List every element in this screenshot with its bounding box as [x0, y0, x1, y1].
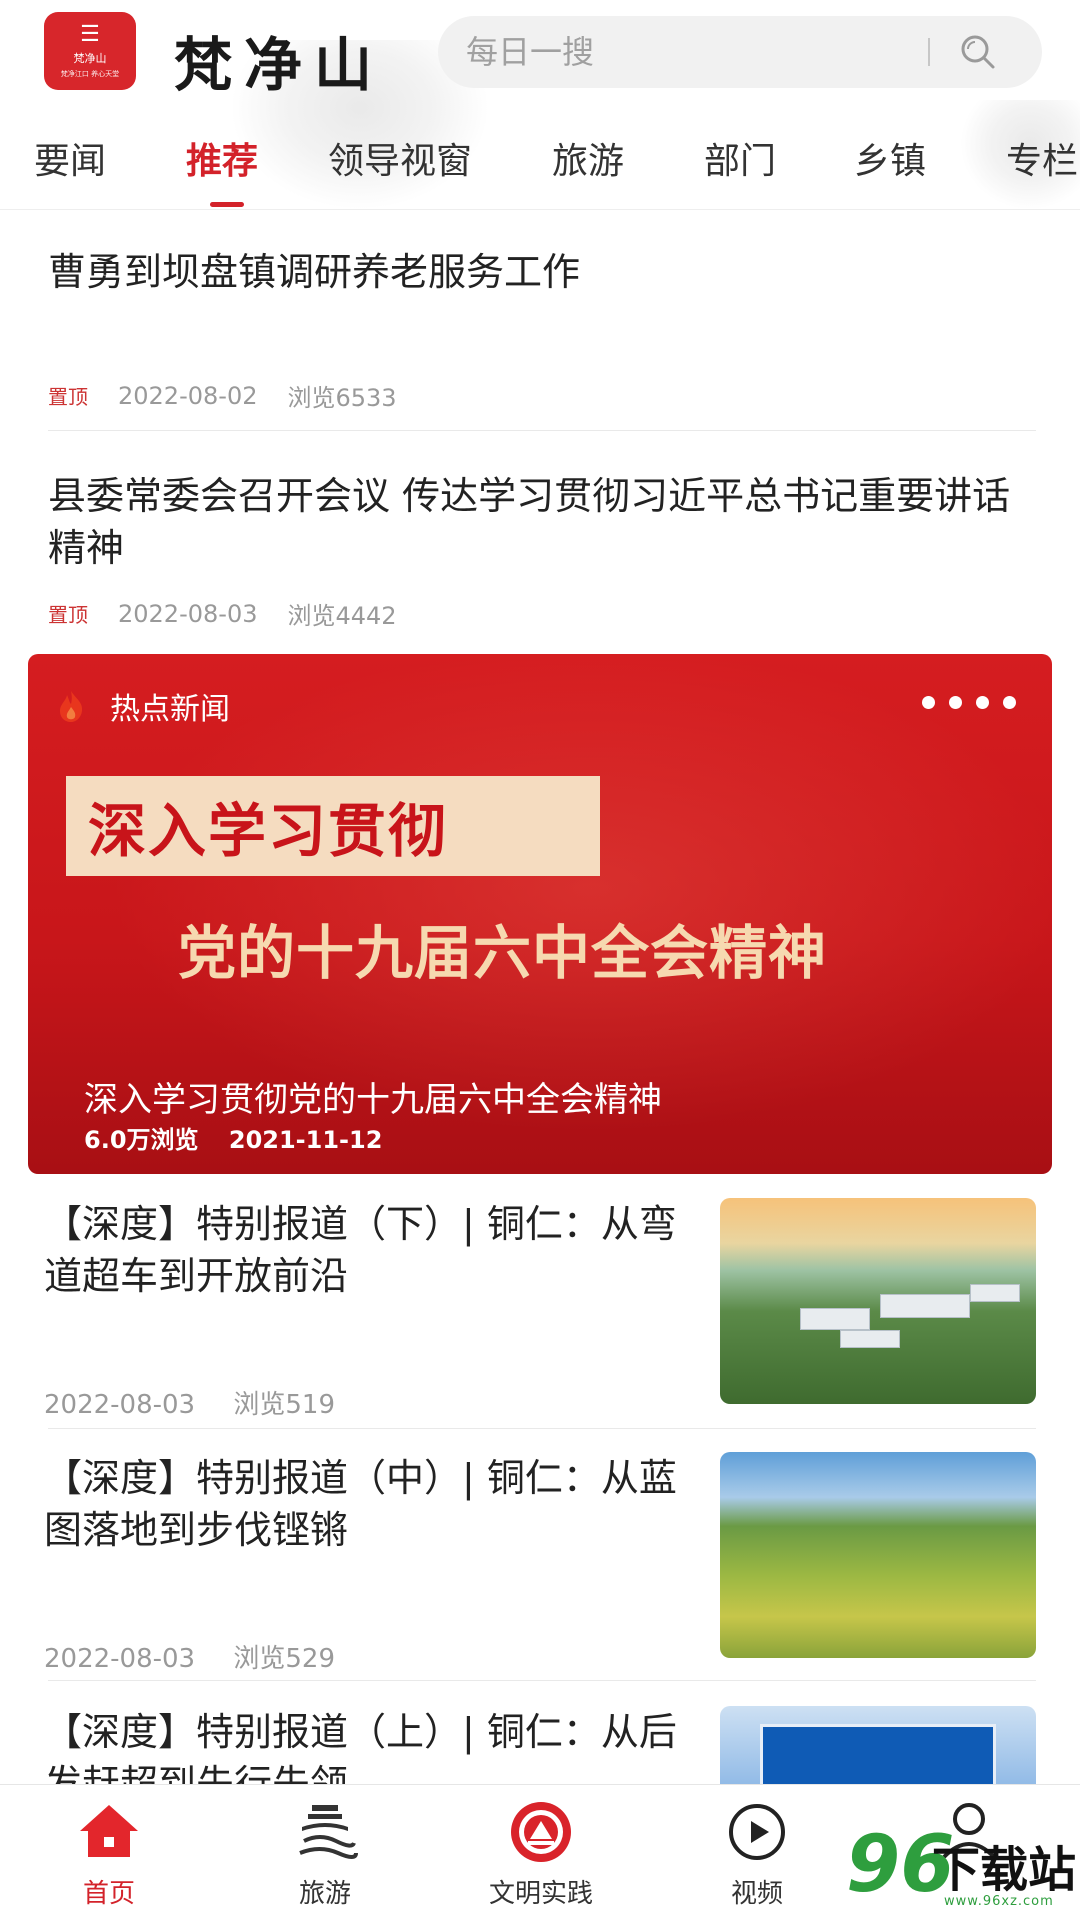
news-title: 曹勇到坝盘镇调研养老服务工作	[48, 250, 581, 294]
nav-label: 视频	[730, 1879, 783, 1909]
news-thumbnail-conference	[720, 1706, 1036, 1784]
banner-subheadline: 党的十九届六中全会精神	[178, 919, 828, 987]
image-news-item-3[interactable]: 【深度】特别报道（上）| 铜仁：从后发赶超到先行先领	[44, 1706, 1036, 1784]
news-date: 2022-08-03	[44, 1390, 196, 1420]
news-date: 2022-08-02	[118, 381, 258, 410]
pinned-badge: 置顶	[48, 385, 88, 409]
nav-home[interactable]: 首页	[34, 1797, 184, 1910]
flame-icon	[60, 691, 83, 722]
search-divider	[928, 38, 930, 66]
news-date: 2022-08-03	[44, 1644, 196, 1674]
app-logo[interactable]: ☰ 梵净山 梵净江口 养心天堂	[44, 12, 136, 90]
news-meta: 置顶 2022-08-03 浏览4442	[48, 596, 397, 631]
site-watermark: 96 下载站 www.96xz.com	[846, 1826, 1080, 1920]
nav-label: 旅游	[298, 1879, 351, 1909]
hot-news-views: 6.0万浏览	[84, 1126, 199, 1154]
travel-icon	[299, 1805, 358, 1859]
tab-yaowen[interactable]: 要闻	[34, 132, 106, 184]
news-title: 【深度】特别报道（中）| 铜仁：从蓝图落地到步伐铿锵	[44, 1456, 677, 1552]
logo-text: 梵净山	[73, 51, 107, 65]
image-news-item-2[interactable]: 【深度】特别报道（中）| 铜仁：从蓝图落地到步伐铿锵 2022-08-03 浏览…	[44, 1452, 1036, 1674]
nav-video[interactable]: 视频	[682, 1797, 832, 1910]
hot-news-meta: 6.0万浏览 2021-11-12	[84, 1120, 404, 1155]
category-tabs: 要闻 推荐 领导视窗 旅游 部门 乡镇 专栏	[0, 118, 1080, 209]
banner-headline: 深入学习贯彻	[88, 797, 449, 865]
hot-news-caption: 深入学习贯彻党的十九届六中全会精神	[84, 1080, 662, 1120]
logo-subtitle: 梵净江口 养心天堂	[60, 69, 120, 78]
image-news-item-1[interactable]: 【深度】特别报道（下）| 铜仁：从弯道超车到开放前沿 2022-08-03 浏览…	[44, 1198, 1036, 1420]
news-item-2[interactable]: 县委常委会召开会议 传达学习贯彻习近平总书记重要讲话精神 置顶 2022-08-…	[48, 470, 1036, 642]
tab-departments[interactable]: 部门	[704, 132, 776, 184]
news-title: 县委常委会召开会议 传达学习贯彻习近平总书记重要讲话精神	[48, 474, 1011, 570]
more-dots-icon[interactable]	[908, 696, 1016, 709]
news-title: 【深度】特别报道（上）| 铜仁：从后发赶超到先行先领	[44, 1710, 677, 1784]
app-title: 梵净山	[174, 31, 385, 99]
tab-travel[interactable]: 旅游	[552, 132, 624, 184]
news-views: 浏览4442	[287, 602, 397, 630]
news-views: 浏览519	[233, 1390, 336, 1420]
tab-leader-window[interactable]: 领导视窗	[328, 132, 472, 184]
search-icon[interactable]	[958, 32, 998, 72]
active-tab-indicator	[210, 202, 244, 207]
news-views: 浏览6533	[287, 384, 397, 412]
civilization-emblem-icon	[511, 1802, 571, 1862]
news-thumbnail-industrial-park	[720, 1198, 1036, 1404]
app-header: ☰ 梵净山 梵净江口 养心天堂 梵净山 要闻 推荐 领导视窗 旅游 部门 乡镇 …	[0, 0, 1080, 210]
nav-civilization-practice[interactable]: 文明实践	[466, 1797, 616, 1910]
tab-tuijian[interactable]: 推荐	[186, 132, 258, 184]
hot-news-card[interactable]: 热点新闻 深入学习贯彻 党的十九届六中全会精神 深入学习贯彻党的十九届六中全会精…	[28, 654, 1052, 1174]
play-icon	[729, 1804, 785, 1860]
news-meta: 置顶 2022-08-02 浏览6533	[48, 378, 397, 413]
news-thumbnail-terraced-fields	[720, 1452, 1036, 1658]
nav-label: 文明实践	[488, 1879, 593, 1909]
search-input[interactable]	[466, 33, 896, 71]
watermark-url: www.96xz.com	[944, 1894, 1054, 1909]
divider	[48, 430, 1036, 431]
news-meta: 2022-08-03 浏览519	[44, 1384, 365, 1421]
hot-news-label: 热点新闻	[110, 692, 230, 727]
tab-columns[interactable]: 专栏	[1006, 132, 1078, 184]
news-title: 【深度】特别报道（下）| 铜仁：从弯道超车到开放前沿	[44, 1202, 677, 1298]
logo-mark: ☰	[80, 21, 100, 47]
news-item-1[interactable]: 曹勇到坝盘镇调研养老服务工作 置顶 2022-08-02 浏览6533	[48, 246, 1036, 430]
banner-headline-box: 深入学习贯彻	[66, 776, 600, 876]
news-date: 2022-08-03	[118, 599, 258, 628]
tab-towns[interactable]: 乡镇	[854, 132, 926, 184]
home-icon	[80, 1805, 138, 1857]
nav-travel[interactable]: 旅游	[250, 1797, 400, 1910]
hot-news-header: 热点新闻	[54, 684, 230, 728]
divider	[48, 1680, 1036, 1681]
search-bar[interactable]	[438, 16, 1042, 88]
news-views: 浏览529	[233, 1644, 336, 1674]
nav-label: 首页	[82, 1879, 135, 1909]
divider	[48, 1428, 1036, 1429]
watermark-text: 下载站	[932, 1842, 1077, 1898]
hot-news-date: 2021-11-12	[228, 1126, 383, 1154]
news-meta: 2022-08-03 浏览529	[44, 1638, 365, 1675]
pinned-badge: 置顶	[48, 603, 88, 627]
